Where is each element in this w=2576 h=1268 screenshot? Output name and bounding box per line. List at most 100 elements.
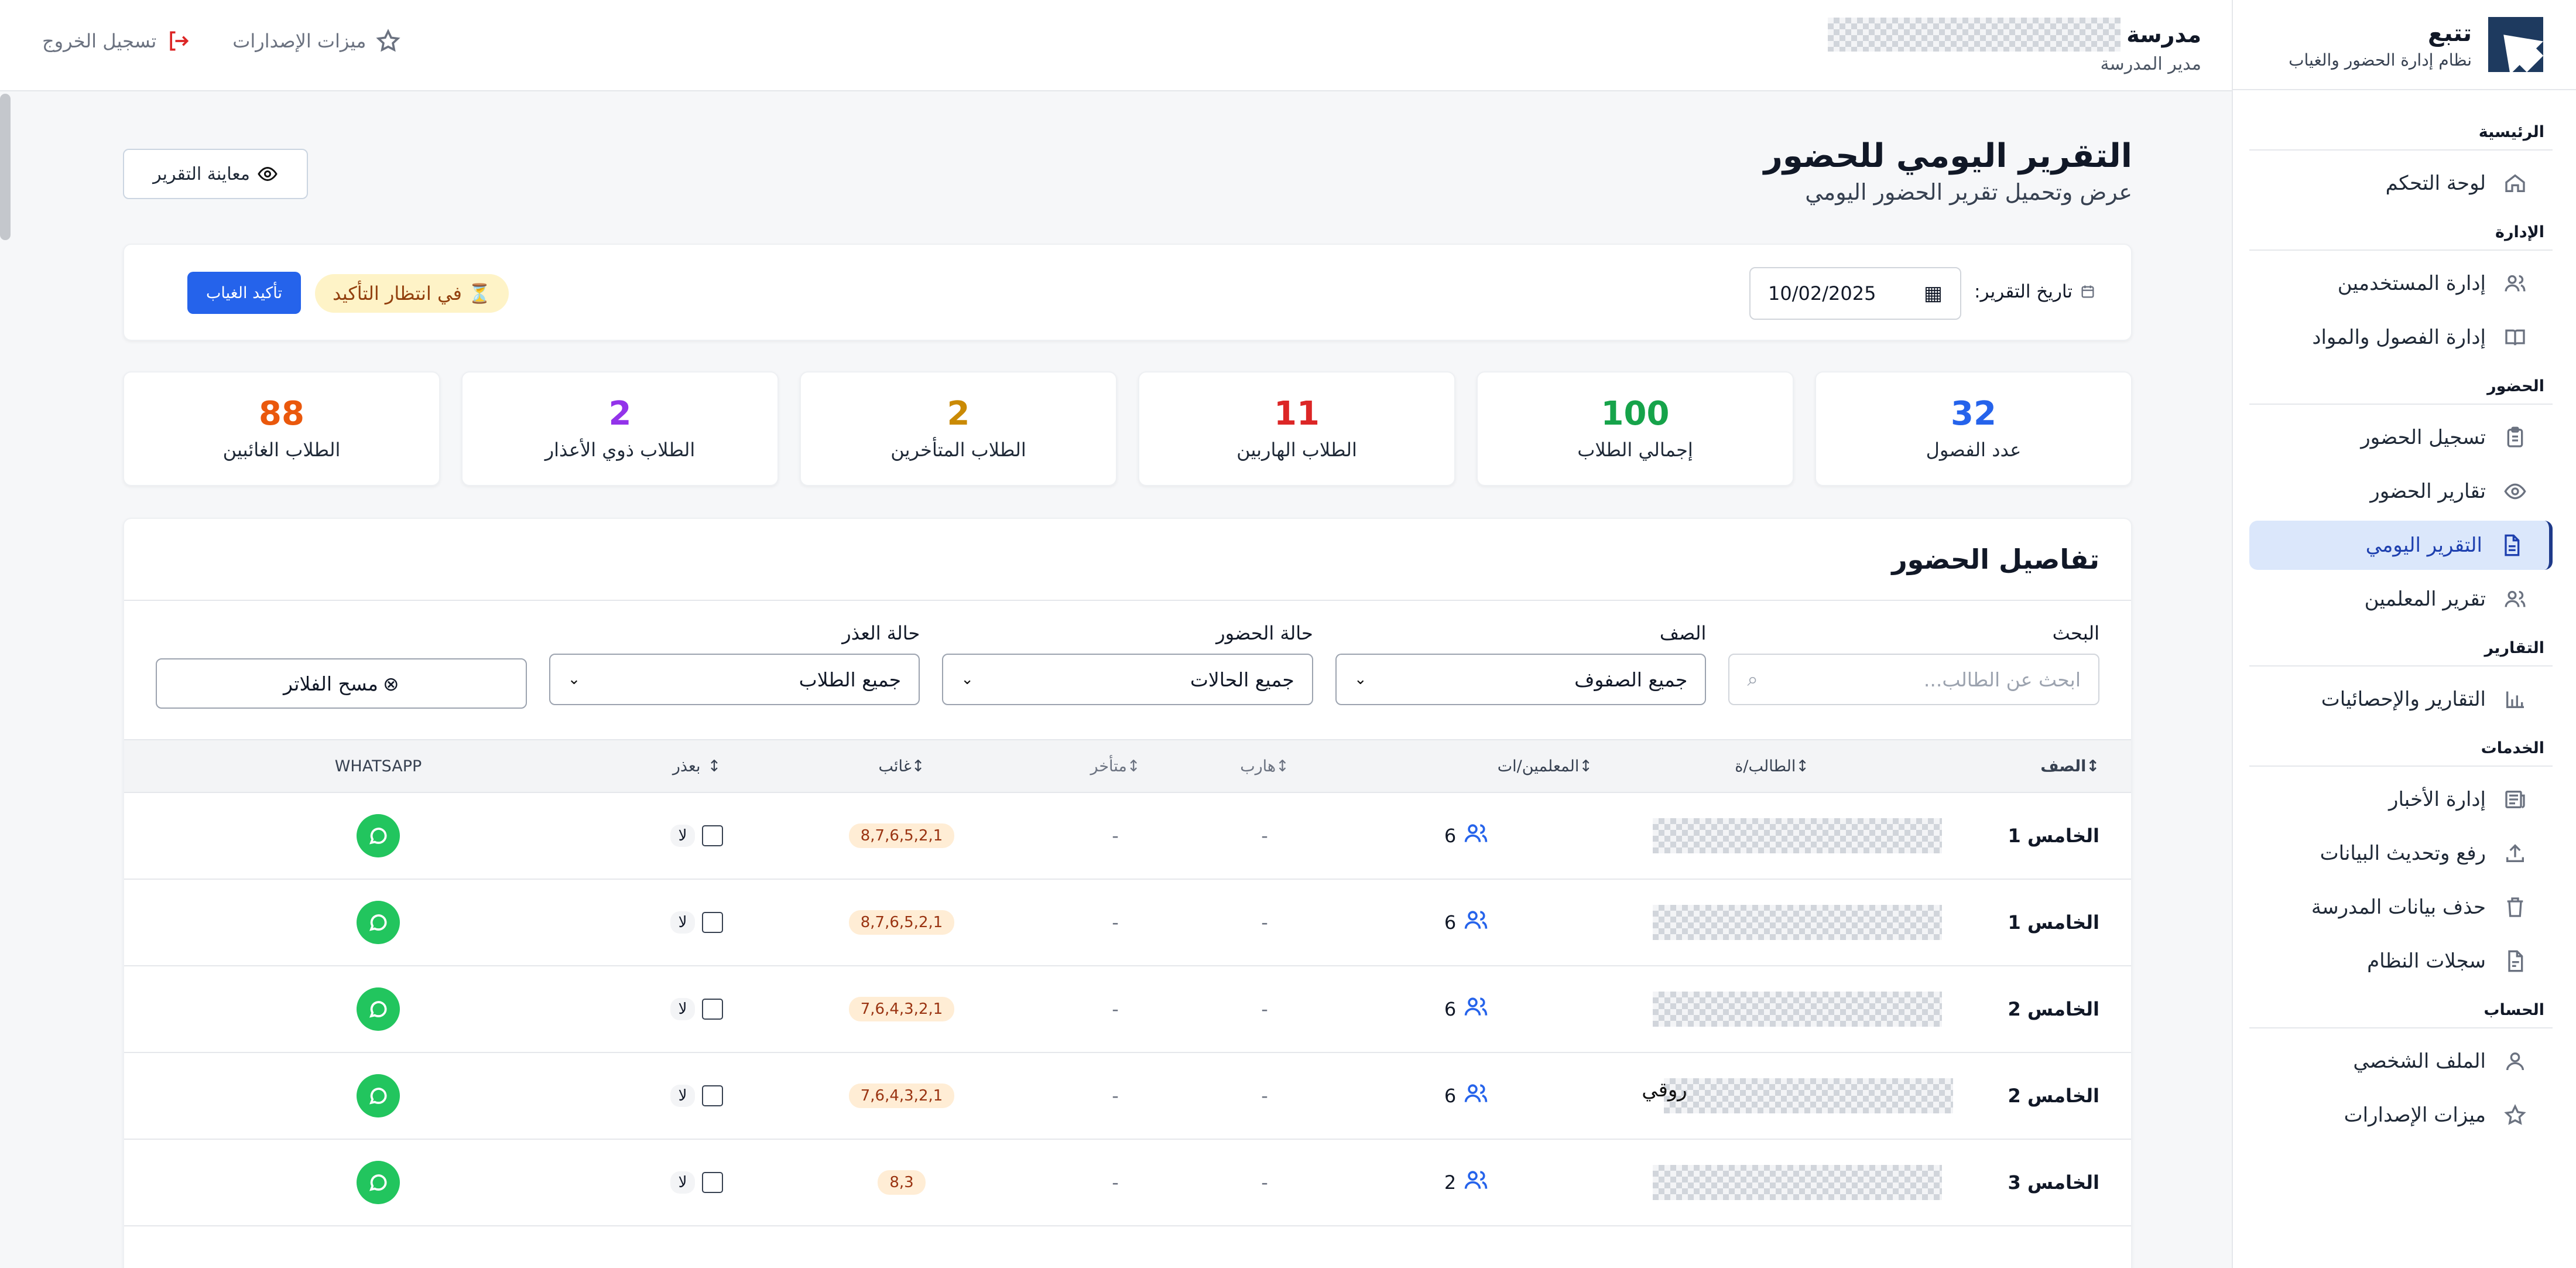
cell-student: [1592, 992, 2002, 1027]
excuse-filter: حالة العذر جميع الطلاب ⌄: [549, 622, 920, 739]
sidebar-item-label: تقرير المعلمين: [2364, 587, 2486, 611]
cell-teachers[interactable]: 6: [1341, 821, 1592, 851]
class-filter: الصف جميع الصفوف ⌄: [1335, 622, 1707, 739]
cell-teachers[interactable]: 6: [1341, 1081, 1592, 1111]
date-input[interactable]: 10/02/2025 ▦: [1749, 267, 1961, 320]
logout-icon: [170, 31, 189, 51]
cell-late: -: [1112, 825, 1119, 847]
excuse-select[interactable]: جميع الطلاب ⌄: [549, 654, 920, 705]
excuse-checkbox[interactable]: [702, 1172, 724, 1193]
upload-icon: [2503, 842, 2527, 865]
sidebar-item[interactable]: رفع وتحديث البيانات: [2249, 829, 2553, 878]
attendance-select[interactable]: جميع الحالات ⌄: [942, 654, 1313, 705]
date-label: تاريخ التقرير:: [1974, 281, 2096, 302]
excuse-checkbox[interactable]: [702, 999, 724, 1020]
releases-link[interactable]: ميزات الإصدارات: [232, 28, 401, 54]
class-select[interactable]: جميع الصفوف ⌄: [1335, 654, 1707, 705]
stat-label: الطلاب المتأخرين: [890, 439, 1026, 461]
table-row: الخامس 2 6 - - 7,6,4,3,2,1 لا: [124, 966, 2131, 1053]
table-body: الخامس 1 6 - - 8,7,6,5,2,1 لا الخامس 1 6 - - 8,7,6…: [124, 793, 2131, 1226]
sidebar-item-label: التقارير والإحصائيات: [2321, 688, 2486, 711]
nav-section-title: الرئيسية: [2249, 112, 2553, 151]
sidebar-item[interactable]: حذف بيانات المدرسة: [2249, 883, 2553, 932]
col-absent[interactable]: ↕ غائب: [761, 757, 1042, 775]
school-label: مدرسة: [2126, 22, 2201, 47]
sidebar-item[interactable]: ميزات الإصدارات: [2249, 1091, 2553, 1140]
clear-filters-button[interactable]: ⊗ مسح الفلاتر: [156, 658, 527, 709]
cell-teachers[interactable]: 6: [1341, 994, 1592, 1024]
sidebar-item-label: إدارة الأخبار: [2389, 788, 2486, 811]
cell-escaped: -: [1261, 825, 1268, 847]
top-links: تسجيل الخروج ميزات الإصدارات: [42, 28, 401, 54]
stat-card: 100 إجمالي الطلاب: [1477, 371, 1794, 486]
brand[interactable]: تتبع نظام إدارة الحضور والغياب: [2233, 0, 2576, 90]
excuse-value: لا: [670, 1171, 696, 1194]
excuse-filter-label: حالة العذر: [842, 622, 920, 644]
whatsapp-button[interactable]: [357, 987, 400, 1031]
sidebar-item[interactable]: إدارة المستخدمين: [2249, 259, 2553, 308]
brand-subtitle: نظام إدارة الحضور والغياب: [2289, 50, 2472, 70]
users-icon: [1463, 1167, 1489, 1198]
sidebar-item[interactable]: لوحة التحكم: [2249, 159, 2553, 208]
cell-teachers[interactable]: 6: [1341, 907, 1592, 938]
sidebar-item[interactable]: التقارير والإحصائيات: [2249, 675, 2553, 724]
star-icon: [2503, 1103, 2527, 1127]
student-name-redacted: [1653, 818, 1942, 853]
table-row: الخامس 1 6 - - 8,7,6,5,2,1 لا: [124, 793, 2131, 880]
whatsapp-button[interactable]: [357, 901, 400, 944]
releases-label: ميزات الإصدارات: [232, 30, 366, 52]
calendar-picker-icon[interactable]: ▦: [1924, 282, 1943, 305]
col-student[interactable]: ↕الطالب/ة: [1592, 757, 2002, 775]
student-name-redacted: [1653, 992, 1942, 1027]
sidebar-item[interactable]: إدارة الفصول والمواد: [2249, 313, 2553, 362]
stat-label: إجمالي الطلاب: [1577, 439, 1693, 461]
stats-row: 32 عدد الفصول 100 إجمالي الطلاب 11 الطلاب اله…: [123, 371, 2132, 486]
main-content: التقرير اليومي للحضور عرض وتحميل تقرير ا…: [123, 91, 2132, 1268]
sidebar-item[interactable]: الملف الشخصي: [2249, 1037, 2553, 1086]
scrollbar-thumb[interactable]: [0, 94, 11, 240]
search-input[interactable]: ابحث عن الطالب... ⌕: [1728, 654, 2099, 705]
excuse-checkbox[interactable]: [702, 1085, 724, 1106]
status-badge: ⏳ في انتظار التأكيد: [315, 274, 509, 313]
document-icon: [2500, 534, 2523, 557]
excuse-value: لا: [670, 998, 696, 1020]
stat-value: 32: [1951, 395, 1996, 433]
sidebar-nav: الرئيسية لوحة التحكم الإدارة إدارة المستخدم…: [2233, 90, 2576, 1140]
excuse-checkbox[interactable]: [702, 912, 724, 933]
col-class[interactable]: ↕الصف: [2002, 757, 2131, 775]
sidebar-item[interactable]: إدارة الأخبار: [2249, 775, 2553, 824]
cell-student: روقي: [1592, 1078, 2002, 1113]
col-late-label: متأخر: [1090, 757, 1127, 775]
sidebar-item[interactable]: تقارير الحضور: [2249, 467, 2553, 516]
whatsapp-button[interactable]: [357, 1161, 400, 1204]
logout-link[interactable]: تسجيل الخروج: [42, 28, 191, 54]
sidebar-item[interactable]: تقرير المعلمين: [2249, 575, 2553, 624]
col-late[interactable]: ↕متأخر: [1042, 757, 1188, 775]
whatsapp-button[interactable]: [357, 1074, 400, 1117]
users-icon: [1463, 821, 1489, 851]
cell-late: -: [1112, 998, 1119, 1020]
sidebar-item[interactable]: سجلات النظام: [2249, 937, 2553, 986]
excuse-checkbox[interactable]: [702, 825, 724, 846]
sidebar-item[interactable]: التقرير اليومي: [2249, 521, 2553, 570]
teachers-count: 6: [1444, 911, 1457, 934]
topbar: مدرسة مدير المدرسة تسجيل الخروج ميزات ال…: [0, 0, 2232, 91]
cell-excuse: لا: [632, 825, 761, 847]
col-excuse[interactable]: ↕ بعذر: [632, 757, 761, 775]
teachers-count: 6: [1444, 998, 1457, 1020]
teachers-count: 2: [1444, 1171, 1457, 1194]
excuse-value: لا: [670, 911, 696, 934]
col-escaped-label: هارب: [1240, 757, 1276, 775]
whatsapp-button[interactable]: [357, 814, 400, 857]
cell-absent: 7,6,4,3,2,1: [761, 997, 1042, 1021]
sidebar-item[interactable]: تسجيل الحضور: [2249, 413, 2553, 462]
col-escaped[interactable]: ↕هارب: [1188, 757, 1341, 775]
date-bar: تاريخ التقرير: 10/02/2025 ▦ ⏳ في انتظار …: [123, 244, 2132, 341]
col-teachers[interactable]: ↕المعلمين/ات: [1341, 757, 1592, 775]
preview-report-button[interactable]: معاينة التقرير: [123, 149, 308, 199]
cell-class: الخامس 1: [2008, 825, 2099, 847]
confirm-absence-button[interactable]: تأكيد الغياب: [187, 272, 301, 314]
cell-absent: 8,7,6,5,2,1: [761, 823, 1042, 848]
cell-teachers[interactable]: 2: [1341, 1167, 1592, 1198]
stat-value: 88: [259, 395, 304, 433]
